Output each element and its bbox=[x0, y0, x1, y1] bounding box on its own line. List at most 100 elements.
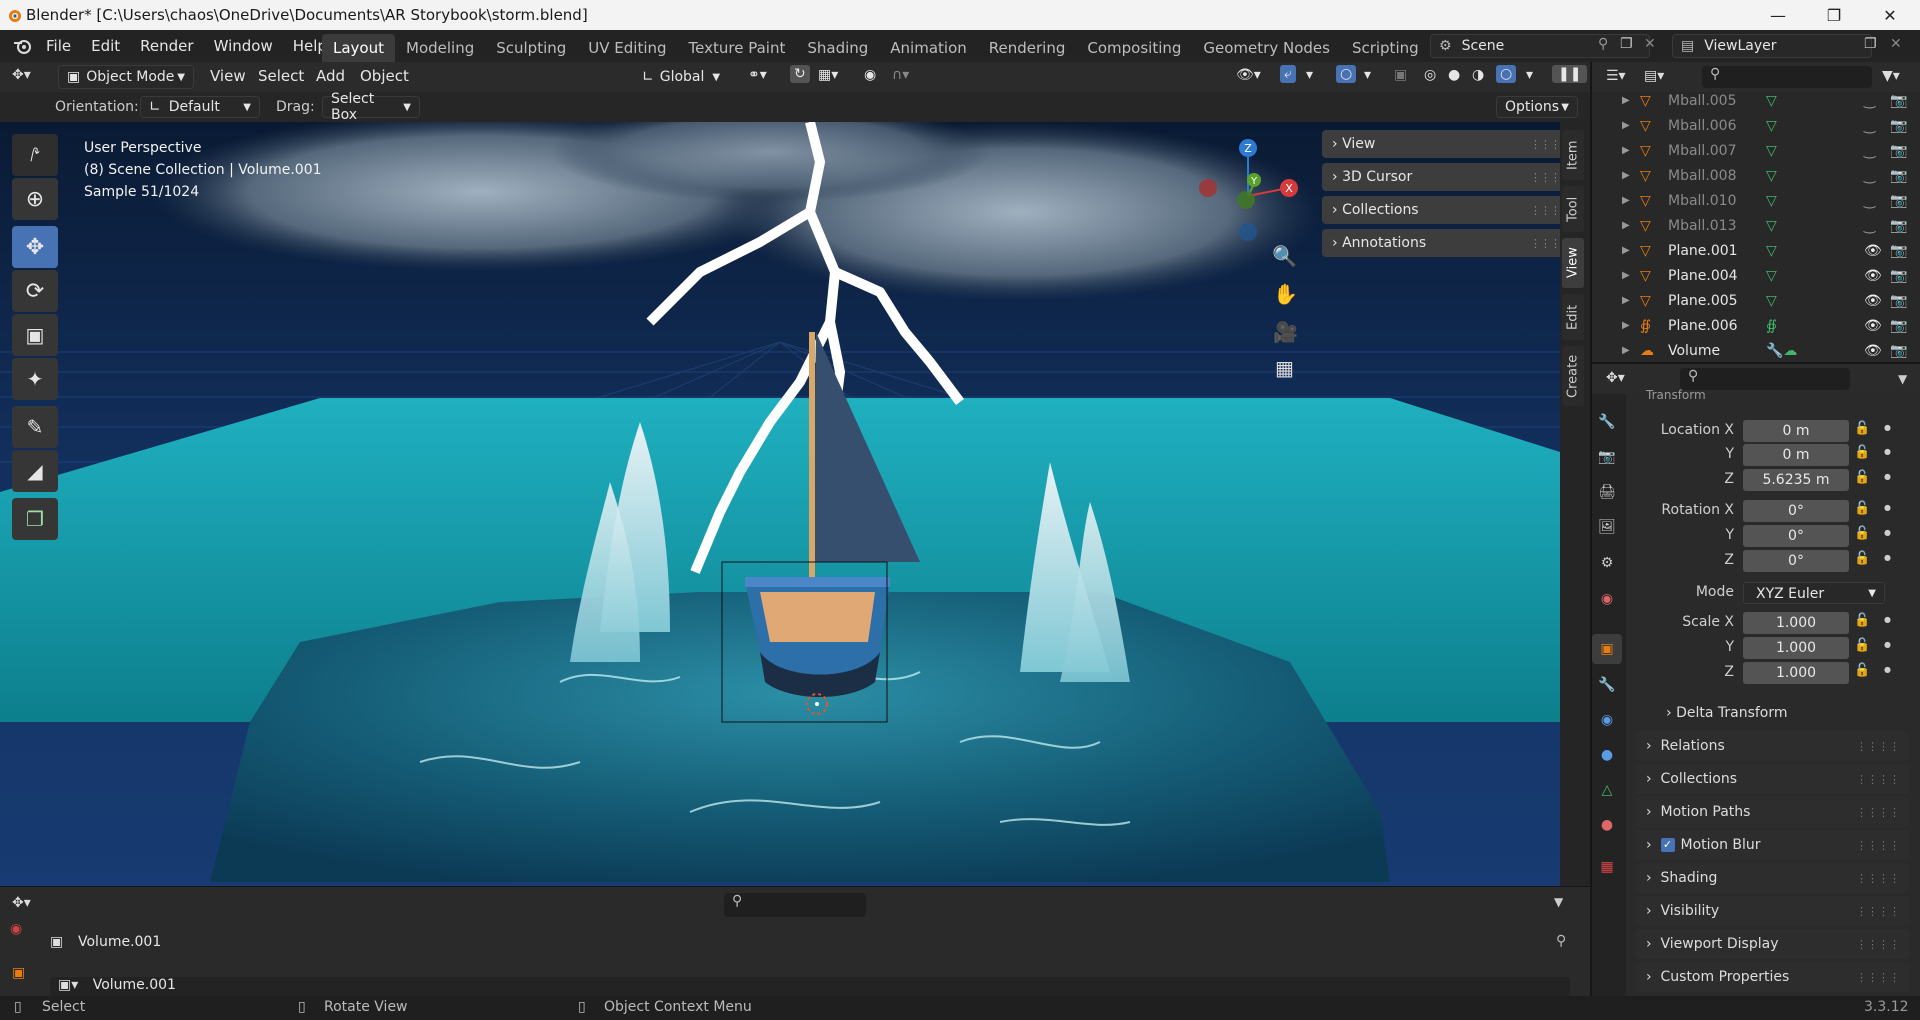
visible-eye-icon[interactable]: 👁 bbox=[1864, 343, 1882, 359]
chevron-down-icon[interactable]: ▾ bbox=[1526, 67, 1533, 83]
tab-geometry-nodes[interactable]: Geometry Nodes bbox=[1192, 34, 1341, 62]
object-data-icon[interactable]: ▽ bbox=[1766, 218, 1777, 234]
rotate-tool[interactable]: ⟳ bbox=[12, 270, 58, 312]
expand-arrow-icon[interactable]: ▶ bbox=[1622, 195, 1630, 206]
tab-compositing[interactable]: Compositing bbox=[1076, 34, 1192, 62]
tab-layout[interactable]: Layout bbox=[322, 34, 395, 62]
property-value-field[interactable]: 1.000 bbox=[1743, 612, 1849, 634]
lock-icon[interactable]: 🔓 bbox=[1854, 470, 1870, 485]
property-section[interactable]: › Custom Properties ⋮⋮⋮⋮ bbox=[1636, 962, 1910, 992]
lock-icon[interactable]: 🔓 bbox=[1854, 421, 1870, 436]
render-camera-icon[interactable]: 📷 bbox=[1890, 193, 1907, 209]
tab-item[interactable]: Item bbox=[1562, 130, 1584, 180]
orientation-dropdown[interactable]: ∟ Default ▼ bbox=[140, 96, 260, 118]
outliner-item[interactable]: ▶ ▽ Plane.001 ▽ 👁 📷 bbox=[1596, 238, 1914, 263]
transform-section-header[interactable]: Transform bbox=[1646, 388, 1706, 402]
drag-handle-icon[interactable]: ⋮⋮⋮⋮ bbox=[1856, 773, 1900, 786]
properties-search-input[interactable]: ⚲ bbox=[1680, 368, 1850, 390]
tab-modeling[interactable]: Modeling bbox=[395, 34, 485, 62]
minimize-button[interactable]: — bbox=[1750, 0, 1806, 30]
physics-tab-icon[interactable]: ● bbox=[1592, 740, 1622, 770]
hidden-eye-icon[interactable]: ‿ bbox=[1864, 168, 1875, 184]
viewport-menu-add[interactable]: Add bbox=[306, 60, 355, 92]
modifier-properties-tab-icon[interactable]: 🔧 bbox=[1592, 670, 1622, 700]
expand-arrow-icon[interactable]: ▶ bbox=[1622, 320, 1630, 331]
object-properties-icon[interactable]: ▣ bbox=[12, 965, 25, 981]
render-properties-tab-icon[interactable]: 📷 bbox=[1592, 442, 1622, 472]
scale-tool[interactable]: ▣ bbox=[12, 314, 58, 356]
property-value-field[interactable]: 1.000 bbox=[1743, 662, 1849, 684]
editor-type-icon[interactable]: ✥▾ bbox=[1606, 370, 1625, 386]
delete-view-layer-icon[interactable]: ✕ bbox=[1890, 36, 1902, 52]
view-layer-properties-tab-icon[interactable]: 🖼 bbox=[1592, 512, 1622, 542]
outliner-item[interactable]: ▶ ▽ Mball.007 ▽ ‿ 📷 bbox=[1596, 138, 1914, 163]
expand-arrow-icon[interactable]: ▶ bbox=[1622, 245, 1630, 256]
object-data-icon[interactable]: ▽ bbox=[1766, 243, 1777, 259]
lock-icon[interactable]: 🔓 bbox=[1854, 638, 1870, 653]
viewport-menu-object[interactable]: Object bbox=[350, 60, 419, 92]
render-camera-icon[interactable]: 📷 bbox=[1890, 143, 1907, 159]
property-section[interactable]: › Collections ⋮⋮⋮⋮ bbox=[1636, 764, 1910, 794]
world-properties-tab-icon[interactable]: ◉ bbox=[1592, 584, 1622, 614]
property-section[interactable]: › Visibility ⋮⋮⋮⋮ bbox=[1636, 896, 1910, 926]
object-data-icon[interactable]: ▽ bbox=[1766, 118, 1777, 134]
solid-shading-icon[interactable]: ● bbox=[1448, 67, 1460, 83]
property-section[interactable]: › ✓ Motion Blur ⋮⋮⋮⋮ bbox=[1636, 830, 1910, 860]
navigation-gizmo[interactable]: Z X Y bbox=[1196, 136, 1306, 246]
outliner-item[interactable]: ▶ ▽ Mball.005 ▽ ‿ 📷 bbox=[1596, 88, 1914, 113]
rendered-shading-icon[interactable]: ○ bbox=[1496, 65, 1517, 83]
outliner-search-input[interactable]: ⚲ bbox=[1702, 66, 1872, 88]
visibility-icon[interactable]: 👁▾ bbox=[1236, 67, 1261, 83]
expand-arrow-icon[interactable]: ▶ bbox=[1622, 120, 1630, 131]
viewport-menu-select[interactable]: Select bbox=[248, 60, 314, 92]
pin-scene-icon[interactable]: ⚲ bbox=[1598, 36, 1608, 52]
render-camera-icon[interactable]: 📷 bbox=[1890, 93, 1907, 109]
property-section[interactable]: › Relations ⋮⋮⋮⋮ bbox=[1636, 731, 1910, 761]
tab-shading[interactable]: Shading bbox=[796, 34, 879, 62]
tab-animation[interactable]: Animation bbox=[879, 34, 977, 62]
cursor-tool[interactable]: ⊕ bbox=[12, 178, 58, 220]
property-value-field[interactable]: 0 m bbox=[1743, 420, 1849, 442]
editor-type-icon[interactable]: ✥▾ bbox=[12, 67, 31, 83]
hidden-eye-icon[interactable]: ‿ bbox=[1864, 193, 1875, 209]
outliner-item[interactable]: ▶ ▽ Mball.008 ▽ ‿ 📷 bbox=[1596, 163, 1914, 188]
object-data-icon[interactable]: ▽ bbox=[1766, 168, 1777, 184]
keyframe-dot-icon[interactable]: ● bbox=[1884, 553, 1891, 562]
tab-scripting[interactable]: Scripting bbox=[1341, 34, 1430, 62]
property-value-field[interactable]: 0° bbox=[1743, 550, 1849, 572]
mode-selector[interactable]: ▣ Object Mode ▼ bbox=[58, 65, 194, 89]
transform-tool[interactable]: ✦ bbox=[12, 358, 58, 400]
close-button[interactable]: ✕ bbox=[1862, 0, 1918, 30]
output-properties-tab-icon[interactable]: 🖨 bbox=[1592, 477, 1622, 507]
view-layer-selector[interactable]: ▤ ViewLayer bbox=[1672, 34, 1872, 58]
pan-hand-icon[interactable]: ✋ bbox=[1273, 282, 1298, 306]
render-camera-icon[interactable]: 📷 bbox=[1890, 218, 1907, 234]
object-properties-tab-icon[interactable]: ▣ bbox=[1592, 634, 1622, 664]
proportional-edit-icon[interactable]: ◉ bbox=[864, 67, 876, 83]
drag-handle-icon[interactable]: ⋮⋮⋮⋮ bbox=[1856, 839, 1900, 852]
particles-tab-icon[interactable]: ◉ bbox=[1592, 705, 1622, 735]
material-tab-icon[interactable]: ● bbox=[1592, 810, 1622, 840]
property-value-field[interactable]: 0° bbox=[1743, 500, 1849, 522]
snap-target-icon[interactable]: ▦▾ bbox=[818, 67, 838, 83]
keyframe-dot-icon[interactable]: ● bbox=[1884, 472, 1891, 481]
visible-eye-icon[interactable]: 👁 bbox=[1864, 293, 1882, 309]
select-box-tool[interactable]: ⭚ bbox=[12, 134, 58, 176]
expand-arrow-icon[interactable]: ▶ bbox=[1622, 170, 1630, 181]
keyframe-dot-icon[interactable]: ● bbox=[1884, 423, 1891, 432]
wireframe-shading-icon[interactable]: ◎ bbox=[1424, 67, 1436, 83]
npanel-annotations[interactable]: › Annotations ⋮⋮⋮⋮ bbox=[1322, 229, 1580, 257]
expand-arrow-icon[interactable]: ▶ bbox=[1622, 220, 1630, 231]
scene-selector[interactable]: ⚙ Scene bbox=[1430, 34, 1650, 58]
property-section[interactable]: › Shading ⋮⋮⋮⋮ bbox=[1636, 863, 1910, 893]
drag-handle-icon[interactable]: ⋮⋮⋮⋮ bbox=[1856, 938, 1900, 951]
zoom-icon[interactable]: 🔍 bbox=[1272, 244, 1297, 268]
display-mode-icon[interactable]: ▤▾ bbox=[1644, 68, 1664, 84]
outliner-item[interactable]: ▶ ▽ Plane.005 ▽ 👁 📷 bbox=[1596, 288, 1914, 313]
lock-icon[interactable]: 🔓 bbox=[1854, 613, 1870, 628]
object-data-icon[interactable]: ∯ bbox=[1766, 318, 1777, 334]
data-properties-tab-icon[interactable]: △ bbox=[1592, 775, 1622, 805]
keyframe-dot-icon[interactable]: ● bbox=[1884, 615, 1891, 624]
chevron-down-icon[interactable]: ▾ bbox=[1306, 67, 1313, 83]
expand-arrow-icon[interactable]: ▶ bbox=[1622, 270, 1630, 281]
